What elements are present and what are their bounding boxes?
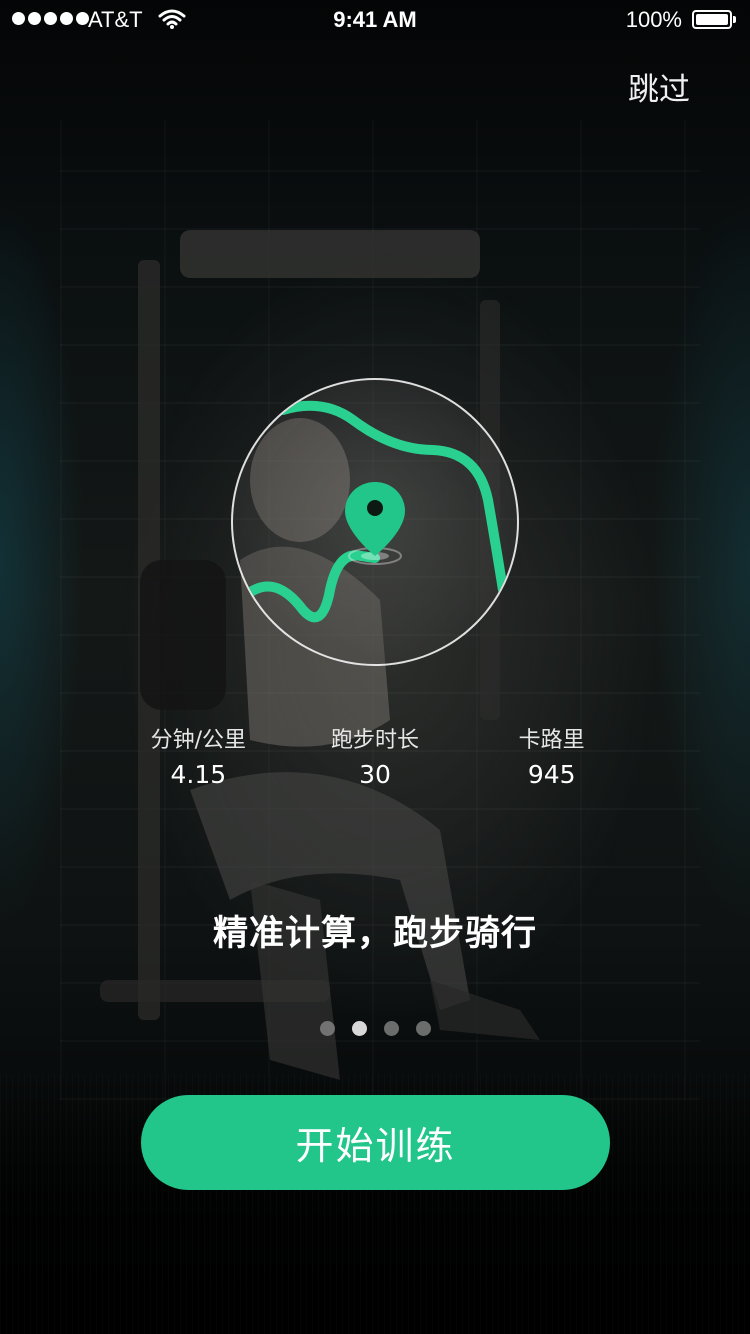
stat-calories: 卡路里 945 (463, 722, 640, 789)
battery-percentage: 100% (625, 7, 682, 32)
page-dot-2-active[interactable] (351, 1021, 367, 1036)
route-map-circle (231, 378, 519, 666)
battery-icon (692, 10, 736, 29)
stat-value: 30 (359, 760, 391, 789)
page-dot-3[interactable] (383, 1021, 399, 1036)
stat-label: 分钟/公里 (150, 728, 247, 753)
stat-label: 卡路里 (518, 728, 585, 753)
location-pin-icon (345, 482, 405, 556)
stat-value: 945 (527, 760, 576, 789)
page-dot-4[interactable] (415, 1021, 431, 1036)
status-bar: AT&T 9:41 AM 100% (0, 0, 750, 40)
stat-label: 跑步时长 (331, 728, 420, 753)
onboarding-headline: 精准计算，跑步骑行 (212, 914, 537, 954)
page-dot-1[interactable] (319, 1021, 335, 1036)
skip-button[interactable]: 跳过 (628, 64, 690, 109)
onboarding-screen: AT&T 9:41 AM 100% 跳过 分钟/公里 4.15 跑步时长 30 … (0, 0, 750, 1334)
run-stats: 分钟/公里 4.15 跑步时长 30 卡路里 945 (110, 722, 640, 789)
page-indicator (0, 1021, 750, 1036)
stat-pace: 分钟/公里 4.15 (110, 722, 287, 789)
stat-duration: 跑步时长 30 (287, 722, 464, 789)
stat-value: 4.15 (170, 760, 227, 789)
start-training-button[interactable]: 开始训练 (141, 1095, 610, 1190)
